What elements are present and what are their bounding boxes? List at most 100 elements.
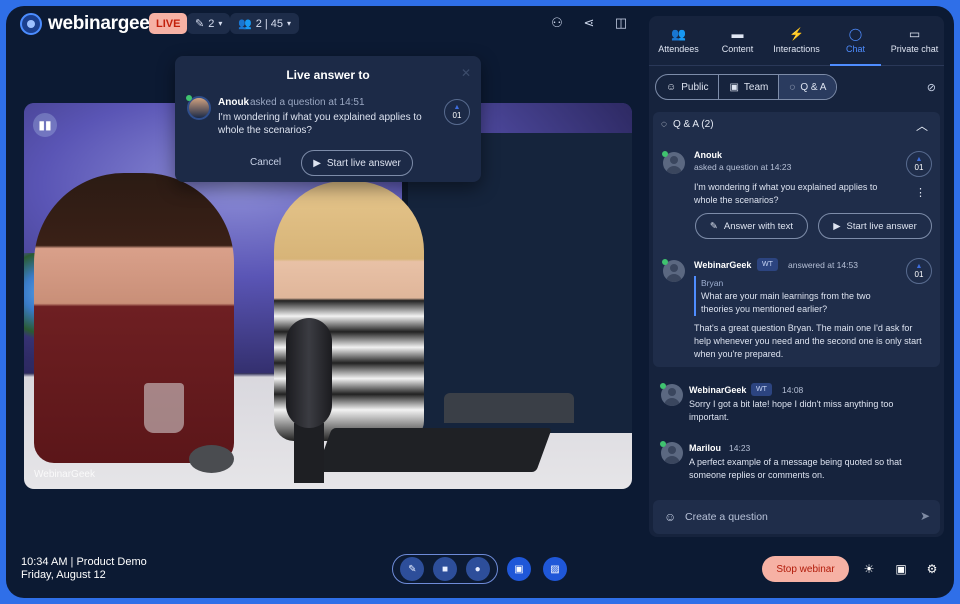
upvote-arrow-icon: ▲ xyxy=(915,156,923,163)
start-live-answer-label: Start live answer xyxy=(846,220,917,232)
qa-title: Q & A (2) xyxy=(672,119,714,130)
answer-text: That's a great question Bryan. The main … xyxy=(694,323,922,359)
image-icon[interactable]: ▨ xyxy=(543,557,567,581)
session-info: 10:34 AM | Product Demo Friday, August 1… xyxy=(21,556,147,582)
chevron-up-icon[interactable]: ︿ xyxy=(916,117,928,134)
start-live-answer-button[interactable]: ▶ Start live answer xyxy=(818,213,932,239)
tab-chat[interactable]: ◯ Chat xyxy=(826,16,885,66)
video-microphone xyxy=(286,318,332,428)
media-controls: ✎ ■ ● xyxy=(392,554,498,584)
question-input-box: ☺ ➤ xyxy=(653,500,940,534)
tab-label: Interactions xyxy=(773,44,820,54)
upvote-arrow-icon: ▲ xyxy=(915,263,923,270)
message-time: 14:08 xyxy=(782,385,804,395)
vote-count: 01 xyxy=(452,111,462,120)
question-meta: asked a question at 14:23 xyxy=(694,162,792,172)
answer-with-text-button[interactable]: ✎ Answer with text xyxy=(695,213,808,239)
camera-icon[interactable]: ■ xyxy=(432,557,457,581)
hide-chat-icon[interactable]: ⊘ xyxy=(927,81,936,94)
team-badge: WT xyxy=(751,383,772,396)
video-person-left xyxy=(34,173,234,463)
quote-author: Bryan xyxy=(701,278,724,288)
emoji-icon[interactable]: ☺ xyxy=(664,510,676,524)
more-options-icon[interactable]: ⋮ xyxy=(915,186,926,199)
live-answer-popup: Live answer to ✕ Anouk asked a question … xyxy=(175,56,481,182)
tab-label: Private chat xyxy=(890,44,939,54)
attendees-dropdown[interactable]: 👥 2 | 45 ▾ xyxy=(230,13,300,34)
public-icon: ☺ xyxy=(666,81,677,93)
questioner-name: Anouk xyxy=(218,97,250,108)
tab-interactions[interactable]: ⚡ Interactions xyxy=(767,16,826,65)
screen-share-icon[interactable]: ▣ xyxy=(507,557,531,581)
tab-attendees[interactable]: 👥 Attendees xyxy=(649,16,708,65)
online-indicator xyxy=(660,441,666,447)
question-text: I'm wondering if what you explained appl… xyxy=(694,182,878,205)
subtab-team[interactable]: ▣ Team xyxy=(719,75,780,99)
question-meta: asked a question at 14:51 xyxy=(250,97,365,108)
quote-bar xyxy=(694,276,696,316)
settings-icon[interactable]: ⚙ xyxy=(925,562,939,576)
robot-icon[interactable]: ⚇ xyxy=(549,15,565,31)
webinar-studio: webinargeek LIVE ✎ 2 ▾ 👥 2 | 45 ▾ ⚇ ⋖ ◫ … xyxy=(6,6,954,598)
video-watermark: WebinarGeek xyxy=(34,469,95,480)
pencil-icon: ✎ xyxy=(709,220,718,232)
close-icon[interactable]: ✕ xyxy=(461,66,471,80)
share-icon[interactable]: ⋖ xyxy=(581,15,597,31)
microphone-icon[interactable]: ● xyxy=(465,557,490,581)
hosts-count: 2 xyxy=(208,17,215,30)
session-time-title: 10:34 AM | Product Demo xyxy=(21,556,147,568)
pencil-icon: ✎ xyxy=(195,18,205,30)
play-icon: ▶ xyxy=(313,157,321,169)
send-icon[interactable]: ➤ xyxy=(920,509,930,523)
message-author: WebinarGeek xyxy=(689,385,747,395)
quote-text: What are your main learnings from the tw… xyxy=(701,291,871,314)
team-badge: WT xyxy=(757,258,778,271)
session-date: Friday, August 12 xyxy=(21,569,106,581)
tab-content[interactable]: ▬ Content xyxy=(708,16,767,65)
start-live-answer-label: Start live answer xyxy=(326,157,401,169)
subtab-label: Public xyxy=(681,81,709,93)
brightness-icon[interactable]: ☀ xyxy=(862,562,876,576)
audio-level-icon: ▮▮ xyxy=(33,113,57,137)
private-chat-icon: ▭ xyxy=(908,27,921,41)
qa-icon: ◌ xyxy=(789,81,796,93)
chevron-down-icon: ▾ xyxy=(287,19,292,28)
start-live-answer-button[interactable]: ▶ Start live answer xyxy=(301,150,413,176)
pen-icon[interactable]: ✎ xyxy=(400,557,425,581)
side-panel: 👥 Attendees ▬ Content ⚡ Interactions ◯ C… xyxy=(649,16,944,537)
layout-icon[interactable]: ▣ xyxy=(894,562,908,576)
upvote-button[interactable]: ▲ 01 xyxy=(906,151,932,177)
upvote-button[interactable]: ▲ 01 xyxy=(444,99,470,125)
logo: webinargeek xyxy=(20,12,160,36)
cancel-button[interactable]: Cancel xyxy=(250,157,281,168)
message-text: Sorry I got a bit late! hope I didn't mi… xyxy=(689,399,894,422)
qa-icon: ◌ xyxy=(661,119,667,130)
tab-label: Chat xyxy=(845,44,865,54)
qa-header[interactable]: ◌ Q & A (2) xyxy=(661,119,714,130)
tab-private-chat[interactable]: ▭ Private chat xyxy=(885,16,944,65)
live-badge: LIVE xyxy=(149,13,188,34)
video-keyboard xyxy=(315,428,553,472)
chat-icon: ◯ xyxy=(848,27,863,41)
upvote-button[interactable]: ▲ 01 xyxy=(906,258,932,284)
popup-title: Live answer to xyxy=(286,68,370,82)
subtab-label: Q & A xyxy=(800,81,827,93)
chat-subtabs: ☺ Public ▣ Team ◌ Q & A xyxy=(655,74,838,100)
question-input[interactable] xyxy=(685,508,905,526)
layout-panel-icon[interactable]: ◫ xyxy=(613,15,629,31)
qa-section: ◌ Q & A (2) ︿ Anouk asked a question at … xyxy=(653,112,940,367)
play-icon: ▶ xyxy=(833,220,841,232)
online-indicator xyxy=(662,151,668,157)
message-time: 14:23 xyxy=(729,443,751,453)
online-indicator xyxy=(662,259,668,265)
people-icon: 👥 xyxy=(671,27,686,41)
stop-webinar-button[interactable]: Stop webinar xyxy=(762,556,849,582)
video-monitor-stand xyxy=(444,393,574,423)
online-indicator xyxy=(660,383,666,389)
video-mic-stand xyxy=(294,423,324,483)
video-mouse xyxy=(189,445,234,473)
subtab-public[interactable]: ☺ Public xyxy=(656,75,720,99)
subtab-qa[interactable]: ◌ Q & A xyxy=(779,75,837,99)
webinargeek-logo-icon xyxy=(20,13,42,35)
hosts-dropdown[interactable]: ✎ 2 ▾ xyxy=(187,13,231,34)
